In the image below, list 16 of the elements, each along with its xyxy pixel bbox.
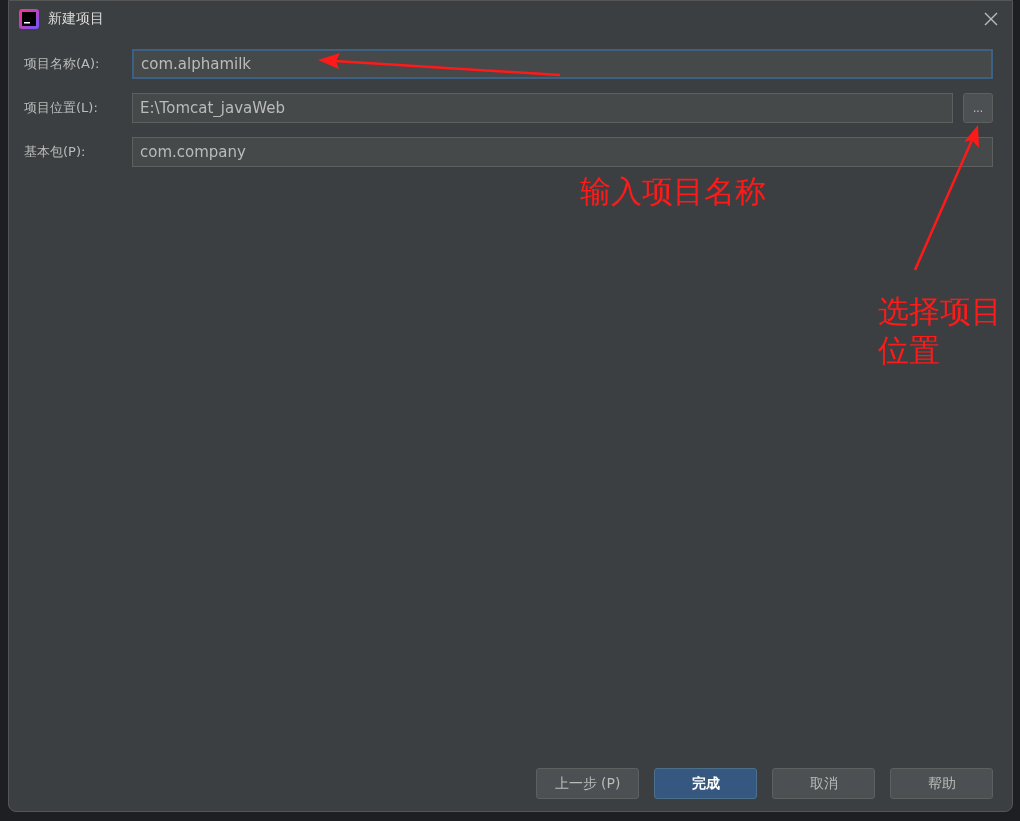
dialog-title: 新建项目 — [48, 10, 105, 28]
field-label: 项目名称(A): — [24, 55, 101, 73]
dialog-button[interactable]: 完成 — [654, 768, 757, 799]
close-button[interactable] — [982, 10, 1000, 28]
app-logo-icon — [19, 9, 39, 29]
text-field[interactable]: com.company — [132, 137, 993, 167]
dialog-button[interactable]: 帮助 — [890, 768, 993, 799]
annotation-text: 输入项目名称 — [580, 172, 767, 211]
field-label: 基本包(P): — [24, 143, 87, 161]
dialog-button[interactable]: 取消 — [772, 768, 875, 799]
text-field[interactable]: com.alphamilk — [132, 49, 993, 79]
field-label: 项目位置(L): — [24, 99, 99, 117]
dialog-button[interactable]: 上一步 (P) — [536, 768, 639, 799]
text-field[interactable]: E:\Tomcat_javaWeb — [132, 93, 953, 123]
browse-button[interactable]: ... — [963, 93, 993, 123]
annotation-text: 选择项目位置 — [878, 292, 1003, 370]
